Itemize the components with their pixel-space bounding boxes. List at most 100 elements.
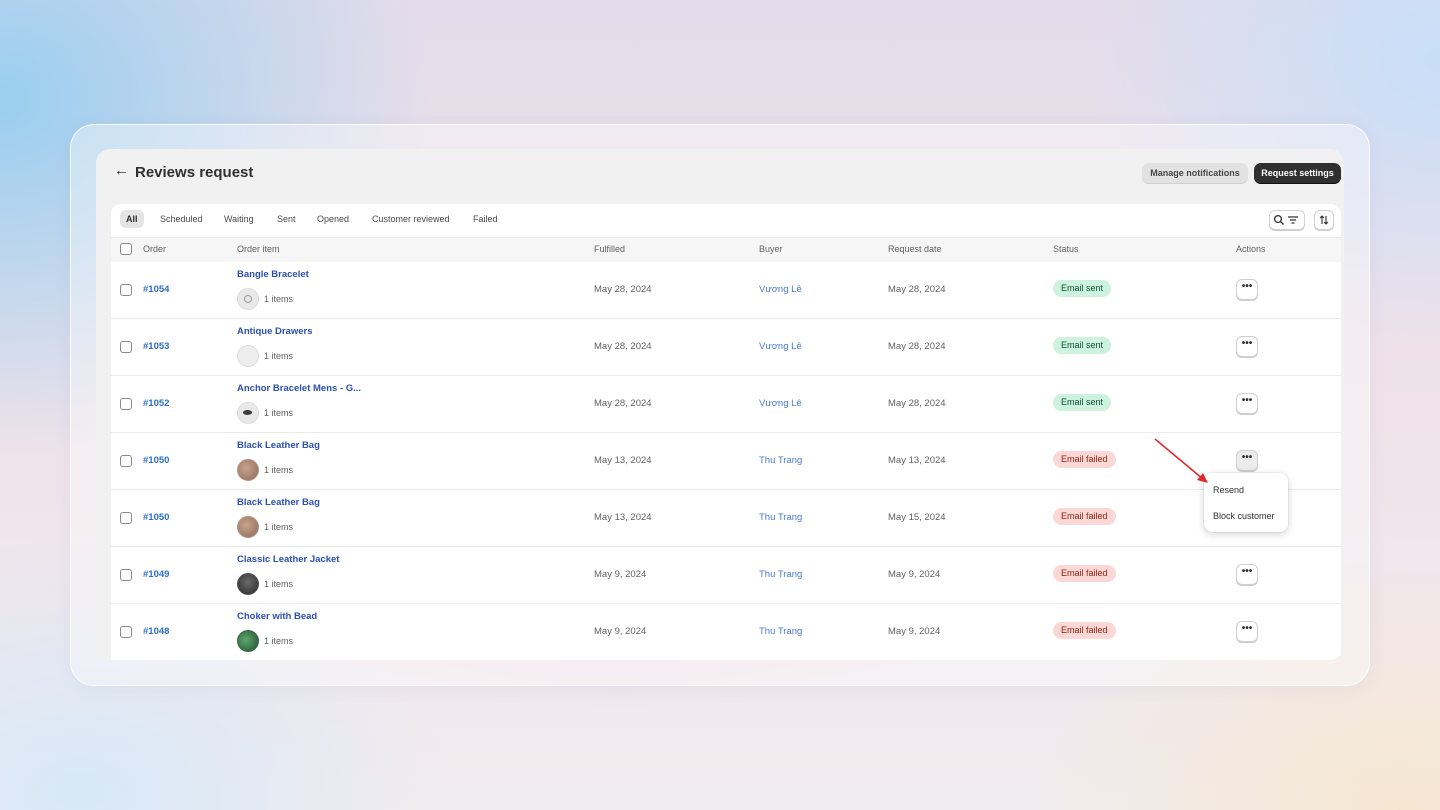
item-count: 1 items — [264, 636, 294, 646]
order-number-link[interactable]: #1048 — [143, 626, 169, 637]
filter-icon — [1288, 216, 1298, 224]
buyer-link[interactable]: Thu Trang — [759, 569, 802, 580]
table-row[interactable]: #1053 Antique Drawers 1 items May 28, 20… — [111, 319, 1341, 376]
request-settings-button[interactable]: Request settings — [1254, 163, 1341, 184]
sort-button[interactable] — [1314, 210, 1334, 230]
tab-customer-reviewed[interactable]: Customer reviewed — [366, 210, 456, 228]
tab-waiting[interactable]: Waiting — [218, 210, 260, 228]
row-checkbox[interactable] — [120, 284, 132, 296]
buyer-link[interactable]: Vương Lê — [759, 341, 802, 352]
fulfilled-date: May 9, 2024 — [594, 626, 647, 637]
order-number-link[interactable]: #1050 — [143, 455, 169, 466]
fulfilled-date: May 13, 2024 — [594, 512, 652, 523]
status-badge: Email sent — [1053, 394, 1112, 411]
buyer-link[interactable]: Thu Trang — [759, 626, 802, 637]
order-number-link[interactable]: #1050 — [143, 512, 169, 523]
status-badge: Email failed — [1053, 565, 1116, 582]
sort-icon — [1319, 215, 1329, 225]
product-thumbnail — [237, 345, 259, 367]
tab-opened[interactable]: Opened — [311, 210, 355, 228]
product-thumbnail — [237, 402, 259, 424]
row-actions-button[interactable]: ••• — [1236, 621, 1258, 642]
column-status: Status — [1053, 244, 1079, 254]
row-checkbox[interactable] — [120, 626, 132, 638]
fulfilled-date: May 28, 2024 — [594, 341, 652, 352]
row-actions-button[interactable]: ••• — [1236, 336, 1258, 357]
fulfilled-date: May 13, 2024 — [594, 455, 652, 466]
column-actions: Actions — [1236, 244, 1266, 254]
select-all-checkbox[interactable] — [120, 243, 132, 255]
block-customer-menu-item[interactable]: Block customer — [1213, 511, 1275, 521]
table-row[interactable]: #1052 Anchor Bracelet Mens - G... 1 item… — [111, 376, 1341, 433]
resend-menu-item[interactable]: Resend — [1213, 485, 1244, 495]
row-checkbox[interactable] — [120, 341, 132, 353]
request-date: May 9, 2024 — [888, 626, 941, 637]
item-count: 1 items — [264, 294, 294, 304]
status-badge: Email failed — [1053, 622, 1116, 639]
order-item-link[interactable]: Bangle Bracelet — [237, 269, 309, 280]
item-count: 1 items — [264, 465, 294, 475]
reviews-table-card: All Scheduled Waiting Sent Opened Custom… — [111, 204, 1341, 660]
buyer-link[interactable]: Thu Trang — [759, 512, 802, 523]
order-item-link[interactable]: Classic Leather Jacket — [237, 554, 339, 565]
tab-failed[interactable]: Failed — [467, 210, 504, 228]
item-count: 1 items — [264, 579, 294, 589]
table-row[interactable]: #1048 Choker with Bead 1 items May 9, 20… — [111, 604, 1341, 660]
order-number-link[interactable]: #1049 — [143, 569, 169, 580]
request-date: May 28, 2024 — [888, 341, 946, 352]
search-icon — [1273, 214, 1284, 225]
order-item-link[interactable]: Black Leather Bag — [237, 440, 320, 451]
row-actions-button[interactable]: ••• — [1236, 393, 1258, 414]
request-date: May 15, 2024 — [888, 512, 946, 523]
row-actions-button[interactable]: ••• — [1236, 279, 1258, 300]
column-request-date: Request date — [888, 244, 942, 254]
table-row[interactable]: #1050 Black Leather Bag 1 items May 13, … — [111, 433, 1341, 490]
manage-notifications-button[interactable]: Manage notifications — [1142, 163, 1248, 184]
column-order: Order — [143, 244, 167, 254]
status-badge: Email sent — [1053, 280, 1112, 297]
row-checkbox[interactable] — [120, 569, 132, 581]
table-header: Order Order item Fulfilled Buyer Request… — [111, 237, 1341, 263]
fulfilled-date: May 28, 2024 — [594, 398, 652, 409]
buyer-link[interactable]: Thu Trang — [759, 455, 802, 466]
order-number-link[interactable]: #1053 — [143, 341, 169, 352]
column-buyer: Buyer — [759, 244, 783, 254]
order-item-link[interactable]: Antique Drawers — [237, 326, 313, 337]
fulfilled-date: May 28, 2024 — [594, 284, 652, 295]
back-arrow-icon[interactable]: ← — [114, 163, 130, 179]
request-date: May 28, 2024 — [888, 284, 946, 295]
product-thumbnail — [237, 288, 259, 310]
buyer-link[interactable]: Vương Lê — [759, 284, 802, 295]
item-count: 1 items — [264, 351, 294, 361]
status-badge: Email failed — [1053, 451, 1116, 468]
column-fulfilled: Fulfilled — [594, 244, 626, 254]
order-number-link[interactable]: #1054 — [143, 284, 169, 295]
page-title: Reviews request — [135, 164, 254, 181]
request-date: May 9, 2024 — [888, 569, 941, 580]
search-filter-button[interactable] — [1269, 210, 1305, 230]
row-actions-button[interactable]: ••• — [1236, 564, 1258, 585]
buyer-link[interactable]: Vương Lê — [759, 398, 802, 409]
row-actions-button[interactable]: ••• — [1236, 450, 1258, 471]
row-actions-menu: Resend Block customer — [1204, 473, 1288, 532]
fulfilled-date: May 9, 2024 — [594, 569, 647, 580]
tab-scheduled[interactable]: Scheduled — [154, 210, 209, 228]
order-item-link[interactable]: Anchor Bracelet Mens - G... — [237, 383, 361, 394]
order-item-link[interactable]: Choker with Bead — [237, 611, 317, 622]
order-number-link[interactable]: #1052 — [143, 398, 169, 409]
filter-tabs: All Scheduled Waiting Sent Opened Custom… — [111, 204, 1341, 236]
order-item-link[interactable]: Black Leather Bag — [237, 497, 320, 508]
tab-sent[interactable]: Sent — [271, 210, 302, 228]
row-checkbox[interactable] — [120, 512, 132, 524]
tab-all[interactable]: All — [120, 210, 144, 228]
table-row[interactable]: #1049 Classic Leather Jacket 1 items May… — [111, 547, 1341, 604]
item-count: 1 items — [264, 408, 294, 418]
app-window: ← Reviews request Manage notifications R… — [96, 149, 1344, 660]
table-row[interactable]: #1054 Bangle Bracelet 1 items May 28, 20… — [111, 262, 1341, 319]
product-thumbnail — [237, 630, 259, 652]
status-badge: Email failed — [1053, 508, 1116, 525]
row-checkbox[interactable] — [120, 455, 132, 467]
row-checkbox[interactable] — [120, 398, 132, 410]
product-thumbnail — [237, 573, 259, 595]
table-row[interactable]: #1050 Black Leather Bag 1 items May 13, … — [111, 490, 1341, 547]
